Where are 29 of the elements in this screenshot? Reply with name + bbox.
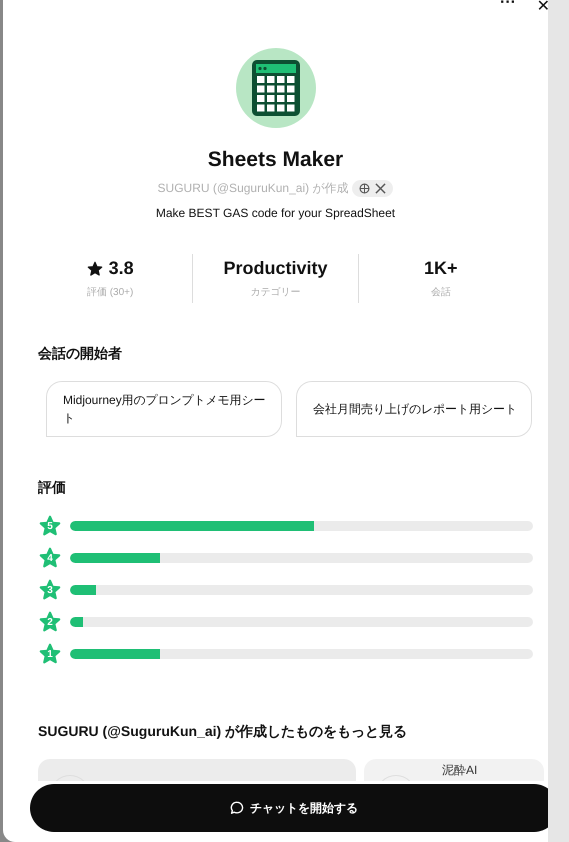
- chat-bubble-icon: [230, 801, 244, 815]
- gpt-name: Sheets Maker: [208, 148, 344, 172]
- gpt-card[interactable]: 泥酔AI: [364, 759, 544, 781]
- author-text: SUGURU (@SuguruKun_ai) が作成: [158, 180, 348, 197]
- stat-label: 評価 (30+): [86, 286, 134, 299]
- star-badge: 4: [38, 547, 62, 569]
- stat-label: カテゴリー: [250, 286, 300, 299]
- start-chat-button[interactable]: チャットを開始する: [30, 784, 548, 832]
- stat-label: 会話: [430, 286, 451, 299]
- star-badge: 1: [38, 643, 62, 665]
- section-title: 評価: [38, 479, 66, 497]
- star-badge: 2: [38, 611, 62, 633]
- section-title: 会話の開始者: [38, 345, 122, 363]
- star-badge: 3: [38, 579, 62, 601]
- globe-icon[interactable]: [359, 183, 370, 194]
- stat-value: 1K+: [424, 258, 458, 279]
- more-icon[interactable]: ···: [500, 0, 516, 12]
- conversation-starter[interactable]: 会社月間売り上げのレポート用シート: [296, 381, 532, 437]
- star-badge: 5: [38, 515, 62, 537]
- star-icon: [86, 260, 103, 276]
- conversation-starter[interactable]: Midjourney用のプロンプトメモ用シート: [46, 381, 282, 437]
- stat-value: Productivity: [223, 258, 328, 279]
- description: Make BEST GAS code for your SpreadSheet: [156, 206, 396, 220]
- social-links[interactable]: [352, 180, 394, 197]
- stat-value: 3.8: [108, 258, 134, 279]
- close-icon[interactable]: ✕: [536, 0, 548, 16]
- scrollbar[interactable]: [548, 0, 569, 842]
- section-title: SUGURU (@SuguruKun_ai) が作成したものをもっと見る: [38, 723, 408, 741]
- x-logo-icon[interactable]: [375, 183, 386, 194]
